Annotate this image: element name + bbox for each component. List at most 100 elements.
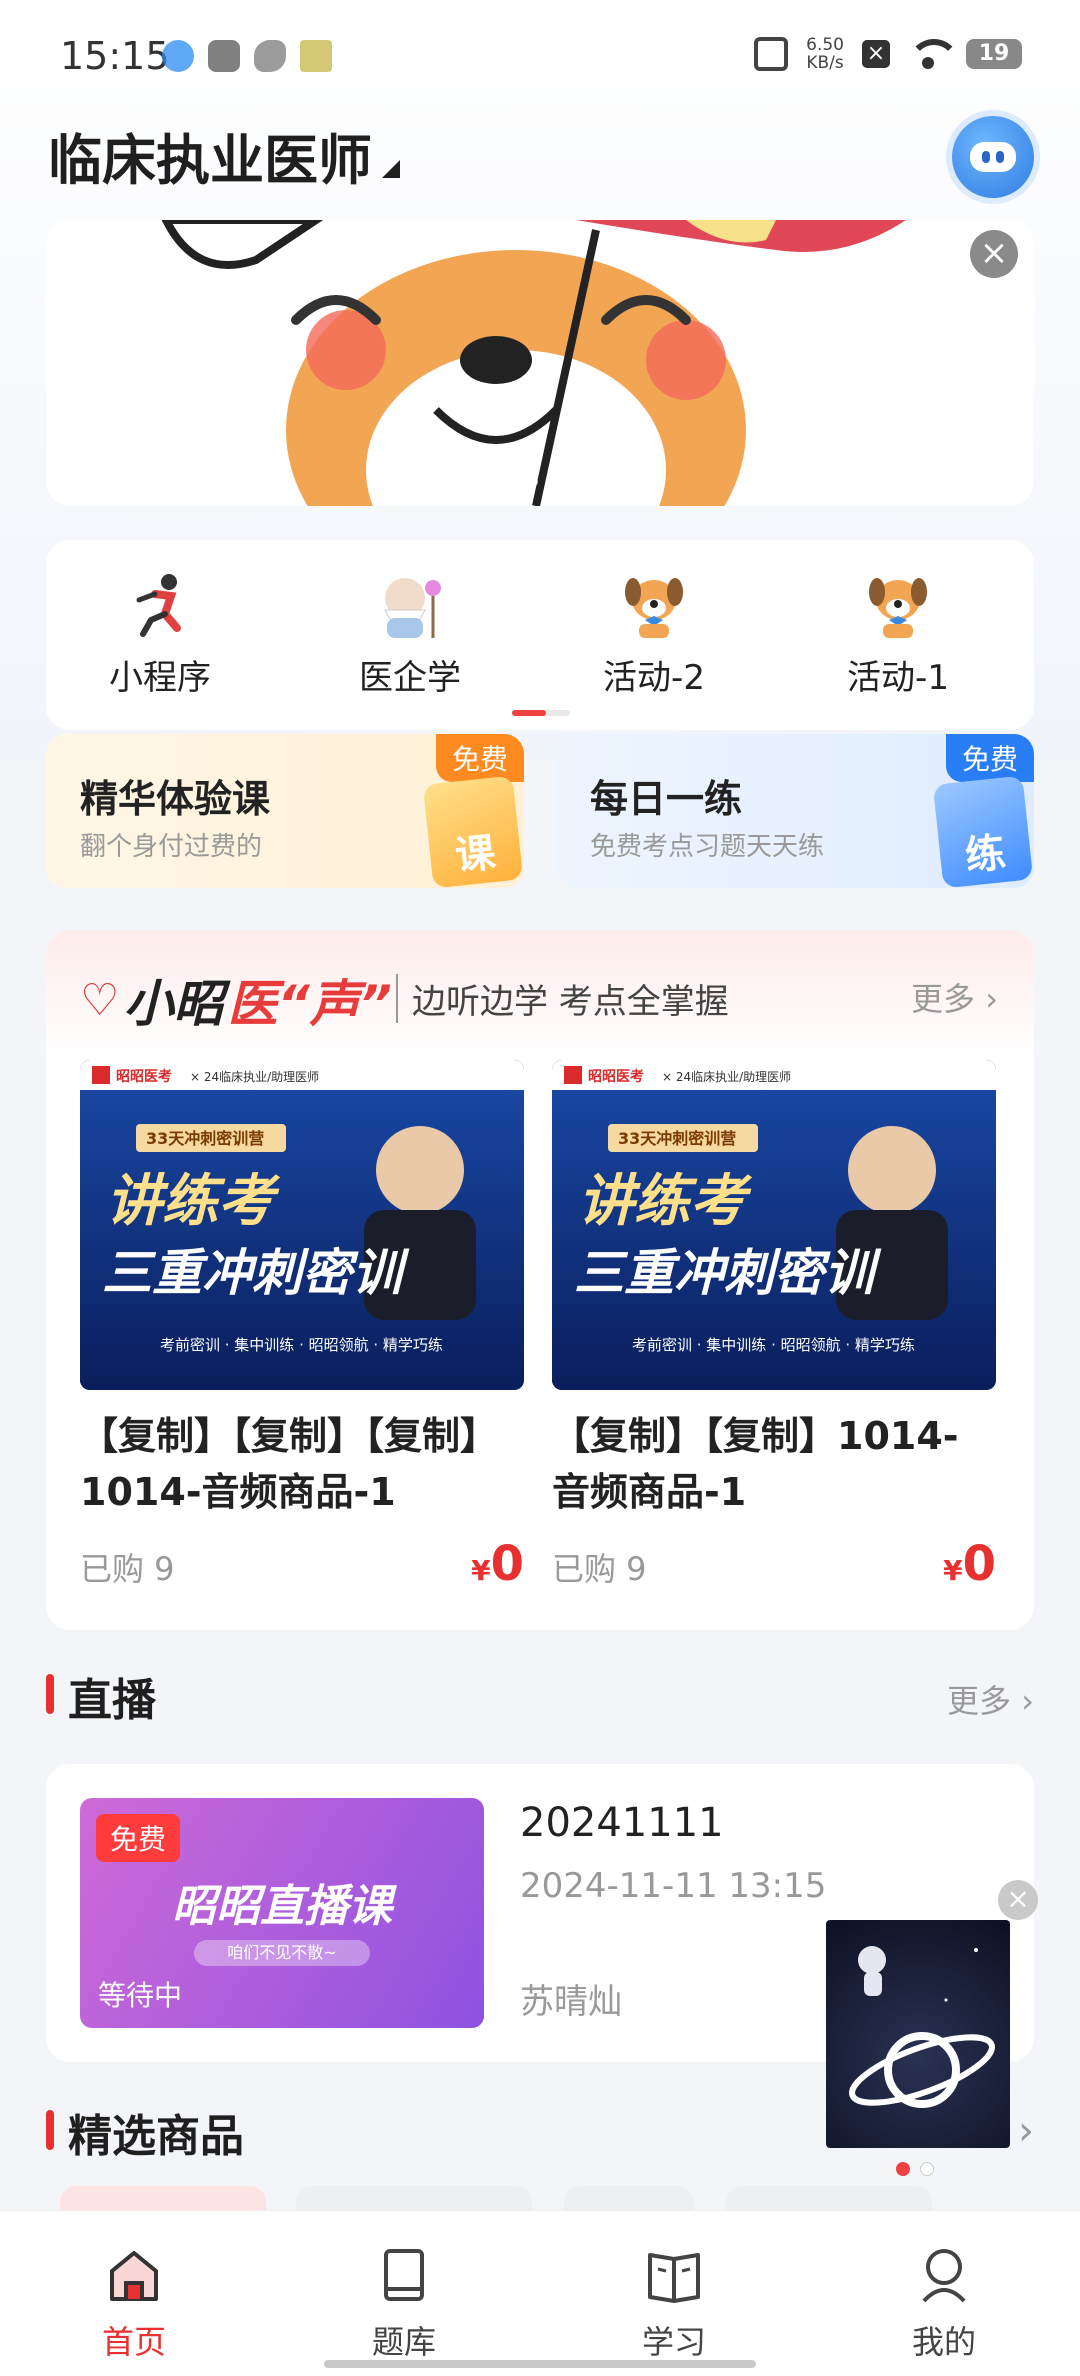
- sim-app-icon: [300, 40, 332, 72]
- tab-label: 题库: [371, 2323, 436, 2361]
- live-thumb-title: 昭昭直播课: [172, 1881, 392, 1932]
- live-teacher: 苏晴灿: [520, 1982, 622, 2022]
- product-title: 【复制】【复制】【复制】1014-音频商品-1: [80, 1414, 499, 1514]
- cloud-app-icon: [162, 40, 194, 72]
- audio-section-header: ♡ 小昭 医“声” 边听边学 考点全掌握 更多 ›: [46, 930, 1034, 1060]
- poster-footer: 考前密训 · 集中训练 · 昭昭领航 · 精学巧练: [160, 1336, 443, 1354]
- chevron-right-icon: ›: [985, 980, 998, 1018]
- live-more-link[interactable]: 更多 ›: [947, 1676, 1034, 1722]
- tab-question-bank[interactable]: 题库: [324, 2245, 484, 2363]
- feature-subtitle: 免费考点习题天天练: [590, 832, 825, 862]
- quick-nav-label: 活动-2: [603, 658, 705, 698]
- sage-icon: [384, 578, 441, 638]
- promo-banner[interactable]: [46, 220, 1034, 506]
- dog-mascot-icon: [869, 578, 927, 638]
- live-time: 2024-11-11 13:15: [520, 1866, 827, 1906]
- practice-icon: 练: [932, 775, 1034, 888]
- banner-dot: [550, 478, 568, 486]
- astronaut-planet-illustration: [849, 1946, 995, 2108]
- banner-dot: [580, 478, 598, 486]
- live-title: 20241111: [520, 1800, 724, 1846]
- status-time: 15:15: [60, 34, 170, 78]
- product-meta: 已购 9 ¥0: [80, 1536, 524, 1592]
- product-title: 【复制】【复制】1014-音频商品-1: [552, 1414, 959, 1514]
- link-icon: [254, 40, 286, 72]
- audio-product-card[interactable]: 昭昭医考 × 24临床执业/助理医师 33天冲刺密训营 讲练考 三重冲刺密训 考…: [80, 1060, 524, 1592]
- exam-type-selector[interactable]: 临床执业医师: [48, 116, 400, 195]
- runner-icon: [136, 574, 181, 637]
- audio-product-card[interactable]: 昭昭医考 × 24临床执业/助理医师 33天冲刺密训营 讲练考 三重冲刺密训 考…: [552, 1060, 996, 1592]
- banner-dot: [490, 478, 508, 486]
- tab-label: 首页: [101, 2323, 166, 2361]
- poster-tag: 33天冲刺密训营: [618, 1129, 736, 1148]
- tab-label: 学习: [641, 2323, 706, 2361]
- product-poster: 昭昭医考 × 24临床执业/助理医师 33天冲刺密训营 讲练考 三重冲刺密训 考…: [552, 1060, 996, 1390]
- tab-mine[interactable]: 我的: [864, 2245, 1024, 2363]
- product-poster: 昭昭医考 × 24临床执业/助理医师 33天冲刺密训营 讲练考 三重冲刺密训 考…: [80, 1060, 524, 1390]
- bottom-navigation: 首页 题库 学习 我的: [0, 2210, 1080, 2376]
- free-badge: 免费: [945, 734, 1034, 782]
- audio-logo: ♡ 小昭 医“声”: [80, 974, 392, 1034]
- audio-more-link[interactable]: 更多 ›: [911, 974, 998, 1020]
- poster-footer: 考前密训 · 集中训练 · 昭昭领航 · 精学巧练: [632, 1336, 915, 1354]
- chevron-right-icon[interactable]: ›: [1018, 2108, 1034, 2154]
- status-notification-icons: [162, 40, 332, 72]
- chevron-right-icon: ›: [1021, 1682, 1034, 1720]
- selected-section-title: 精选商品: [46, 2100, 244, 2164]
- no-sim-icon: ×: [862, 40, 890, 68]
- quick-nav-label: 医企学: [359, 658, 461, 698]
- wifi-icon: [908, 39, 960, 69]
- feature-title: 精华体验课: [80, 777, 271, 821]
- quick-nav-label: 活动-1: [847, 658, 949, 698]
- live-thumb-subtitle: 咱们不见不散~: [194, 1940, 370, 1966]
- quick-nav-label: 小程序: [109, 658, 211, 698]
- poster-art: 昭昭医考 × 24临床执业/助理医师 33天冲刺密训营 讲练考 三重冲刺密训 考…: [80, 1060, 524, 1390]
- product-price: ¥0: [471, 1536, 524, 1592]
- exam-type-label: 临床执业医师: [48, 129, 372, 192]
- dog-mascot-icon: [625, 578, 683, 638]
- gesture-home-bar[interactable]: [324, 2360, 756, 2368]
- quick-nav-scroll-indicator: [512, 710, 570, 716]
- tab-home[interactable]: 首页: [54, 2245, 214, 2363]
- robot-icon: [970, 142, 1016, 172]
- audio-slogan: 边听边学 考点全掌握: [396, 974, 729, 1023]
- feature-subtitle: 翻个身付过费的: [80, 832, 263, 862]
- poster-brand: 昭昭医考: [588, 1068, 644, 1085]
- live-status: 等待中: [98, 1979, 183, 2012]
- book-icon: [384, 2249, 424, 2301]
- banner-pagination: [490, 478, 598, 486]
- floating-ad-close-button[interactable]: ×: [998, 1880, 1038, 1920]
- floating-ad[interactable]: [826, 1920, 1010, 2148]
- ai-assistant-button[interactable]: [952, 116, 1034, 198]
- product-price: ¥0: [943, 1536, 996, 1592]
- feature-title: 每日一练: [590, 777, 743, 821]
- trial-course-card[interactable]: 精华体验课 翻个身付过费的 免费 课: [46, 734, 524, 888]
- quick-nav-item-mini-program[interactable]: 小程序: [60, 570, 260, 699]
- tab-study[interactable]: 学习: [594, 2245, 754, 2363]
- quick-nav: 小程序 医企学 活动-2 活动-1: [46, 540, 1034, 730]
- heart-wave-icon: ♡: [80, 974, 120, 1026]
- shield-icon: [208, 40, 240, 72]
- poster-art: 昭昭医考 × 24临床执业/助理医师 33天冲刺密训营 讲练考 三重冲刺密训 考…: [552, 1060, 996, 1390]
- quick-nav-item-activity-2[interactable]: 活动-2: [554, 570, 754, 699]
- daily-practice-card[interactable]: 每日一练 免费考点习题天天练 免费 练: [556, 734, 1034, 888]
- quick-nav-item-activity-1[interactable]: 活动-1: [798, 570, 998, 699]
- product-meta: 已购 9 ¥0: [552, 1536, 996, 1592]
- quick-nav-item-enterprise[interactable]: 医企学: [310, 570, 510, 699]
- ad-dot: [920, 2162, 934, 2176]
- vibrate-icon: [754, 37, 789, 71]
- ad-dot: [896, 2162, 910, 2176]
- status-system-icons: 6.50 KB/s × 19: [754, 36, 1022, 72]
- banner-close-button[interactable]: ×: [970, 230, 1018, 278]
- dropdown-triangle-icon: [382, 159, 400, 178]
- free-badge: 免费: [435, 734, 524, 782]
- floating-ad-pagination: [896, 2162, 934, 2176]
- poster-brand-sub: × 24临床执业/助理医师: [662, 1070, 791, 1084]
- banner-dot: [520, 478, 538, 486]
- free-badge: 免费: [96, 1814, 181, 1862]
- network-speed: 6.50 KB/s: [806, 35, 844, 73]
- dog-mascot-illustration: [46, 220, 1034, 506]
- battery-icon: 19: [966, 39, 1022, 69]
- open-book-icon: [648, 2253, 700, 2303]
- live-thumbnail: 免费 昭昭直播课 咱们不见不散~ 等待中: [80, 1798, 484, 2028]
